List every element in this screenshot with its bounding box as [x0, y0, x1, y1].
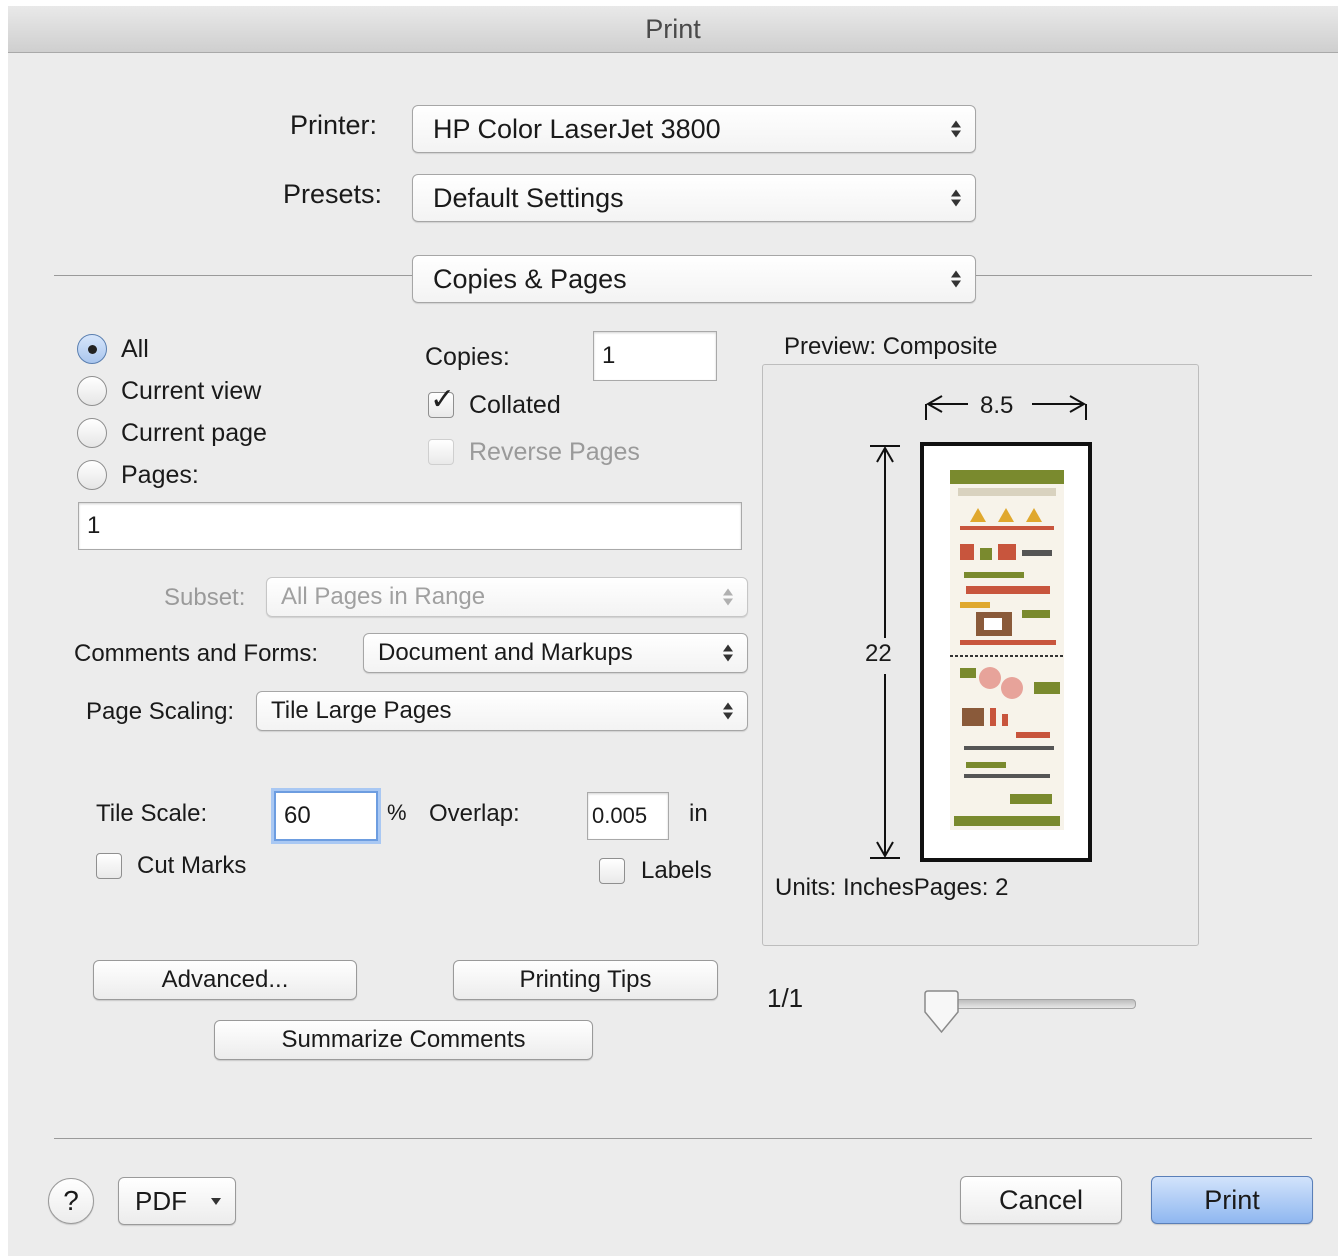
copies-input[interactable]: [593, 331, 717, 381]
pages-input[interactable]: [78, 502, 742, 550]
window-title: Print: [8, 6, 1338, 53]
collated-label: Collated: [469, 391, 561, 419]
scaling-value: Tile Large Pages: [271, 697, 452, 724]
tile-scale-input[interactable]: [274, 791, 378, 841]
cut-marks-checkbox[interactable]: [96, 853, 122, 879]
percent-label: %: [387, 800, 407, 825]
updown-arrows-icon: [949, 270, 963, 288]
pdf-label: PDF: [135, 1186, 187, 1216]
pdf-menu-button[interactable]: PDF: [118, 1177, 236, 1225]
presets-label: Presets:: [283, 179, 383, 209]
scaling-label: Page Scaling:: [86, 698, 235, 725]
preview-height-label: 22: [865, 640, 892, 667]
updown-arrows-icon: [949, 120, 963, 138]
checkmark-icon: ✓: [430, 383, 456, 416]
updown-arrows-icon: [721, 644, 735, 662]
slider-knob[interactable]: [922, 990, 962, 1036]
radio-all[interactable]: [77, 334, 107, 364]
dropdown-arrow-icon: [211, 1198, 221, 1205]
labels-label: Labels: [641, 857, 712, 884]
radio-current-page-label: Current page: [121, 419, 267, 447]
section-value: Copies & Pages: [433, 264, 627, 294]
subset-value: All Pages in Range: [281, 583, 486, 610]
updown-arrows-icon: [721, 588, 735, 606]
page-indicator: 1/1: [767, 983, 804, 1013]
cancel-button[interactable]: Cancel: [960, 1176, 1122, 1224]
units-text: Units: Inches: [775, 874, 914, 901]
footer-divider: [54, 1138, 1312, 1139]
reverse-pages-checkbox[interactable]: [428, 439, 454, 465]
comments-label: Comments and Forms:: [74, 640, 319, 667]
scaling-popup[interactable]: Tile Large Pages: [256, 691, 748, 731]
subset-label: Subset:: [164, 584, 246, 611]
printer-value: HP Color LaserJet 3800: [433, 114, 721, 144]
radio-current-page[interactable]: [77, 418, 107, 448]
overlap-input[interactable]: [587, 792, 669, 840]
overlap-unit-label: in: [689, 800, 708, 827]
printing-tips-button[interactable]: Printing Tips: [453, 960, 718, 1000]
comments-popup[interactable]: Document and Markups: [363, 633, 748, 673]
radio-pages-label: Pages:: [121, 461, 199, 489]
copies-label: Copies:: [425, 343, 510, 371]
subset-popup[interactable]: All Pages in Range: [266, 577, 748, 617]
presets-popup[interactable]: Default Settings: [412, 174, 976, 222]
updown-arrows-icon: [949, 189, 963, 207]
preview-thumbnail: [950, 470, 1064, 830]
presets-value: Default Settings: [433, 183, 624, 213]
print-button[interactable]: Print: [1151, 1176, 1313, 1224]
radio-current-view-label: Current view: [121, 377, 262, 405]
preview-width-label: 8.5: [980, 392, 1014, 419]
radio-current-view[interactable]: [77, 376, 107, 406]
printer-label: Printer:: [290, 110, 378, 140]
comments-value: Document and Markups: [378, 639, 633, 666]
printer-popup[interactable]: HP Color LaserJet 3800: [412, 105, 976, 153]
radio-all-label: All: [121, 335, 149, 363]
radio-pages[interactable]: [77, 460, 107, 490]
pages-count: Pages: 2: [913, 874, 1009, 901]
updown-arrows-icon: [721, 702, 735, 720]
overlap-label: Overlap:: [429, 800, 520, 827]
help-button[interactable]: ?: [48, 1178, 94, 1224]
advanced-button[interactable]: Advanced...: [93, 960, 357, 1000]
collated-checkbox[interactable]: ✓: [428, 385, 455, 418]
section-divider-right: [976, 275, 1312, 276]
summarize-comments-button[interactable]: Summarize Comments: [214, 1020, 593, 1060]
preview-units: Units: InchesPages: 2: [775, 874, 1008, 902]
cut-marks-label: Cut Marks: [137, 852, 247, 879]
reverse-pages-label: Reverse Pages: [469, 438, 640, 466]
preview-title: Preview: Composite: [784, 333, 998, 360]
tile-scale-label: Tile Scale:: [96, 800, 208, 827]
section-popup[interactable]: Copies & Pages: [412, 255, 976, 303]
preview-page: [920, 442, 1092, 862]
labels-checkbox[interactable]: [599, 858, 625, 884]
section-divider-left: [54, 275, 412, 276]
print-dialog: Print Printer: HP Color LaserJet 3800 Pr…: [8, 6, 1338, 1256]
